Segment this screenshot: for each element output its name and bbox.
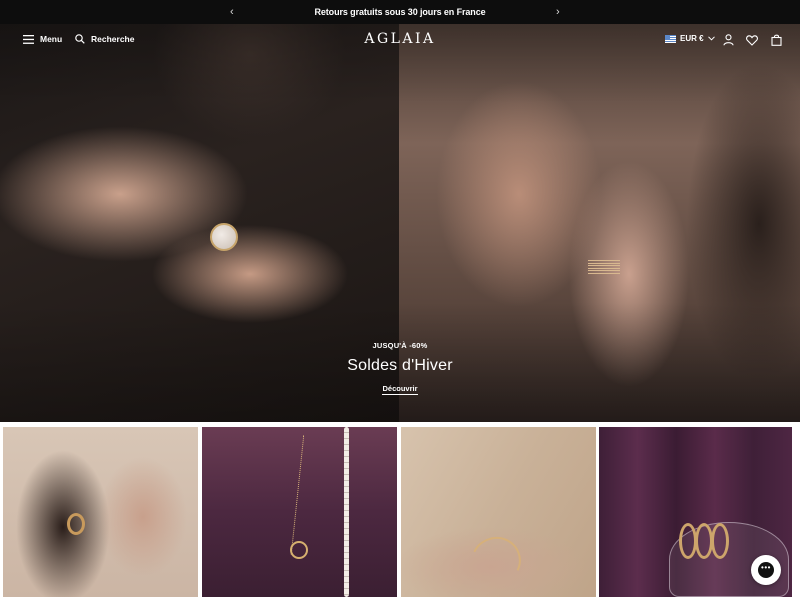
announcement-message: Retours gratuits sous 30 jours en France	[314, 7, 486, 17]
hero-kicker: JUSQU'À -60%	[372, 341, 428, 350]
pendant-icon	[290, 541, 308, 559]
hero-title: Soldes d'Hiver	[347, 357, 453, 374]
flag-icon	[665, 34, 676, 43]
bag-icon[interactable]	[769, 33, 783, 47]
chat-button[interactable]: •••	[751, 555, 781, 585]
chevron-right-icon[interactable]: ›	[556, 4, 560, 20]
site-header: Menu Recherche AGLAIA EUR €	[0, 24, 800, 56]
chevron-down-icon	[707, 36, 715, 41]
chat-icon: •••	[758, 562, 774, 578]
currency-label: EUR €	[680, 34, 704, 43]
chevron-left-icon[interactable]: ‹	[230, 4, 234, 20]
pearl-strand-icon	[344, 427, 349, 597]
tile-necklaces[interactable]	[202, 427, 397, 597]
hoop-icon	[711, 523, 729, 559]
bracelet-icon	[464, 529, 528, 593]
tile-bracelets[interactable]	[401, 427, 596, 597]
tile-earrings[interactable]	[3, 427, 198, 597]
heart-icon[interactable]	[745, 33, 759, 47]
hero-content: JUSQU'À -60% Soldes d'Hiver Découvrir	[0, 341, 800, 396]
necklace-chain-icon	[290, 435, 306, 555]
currency-selector[interactable]: EUR €	[665, 34, 715, 43]
earring-icon	[67, 513, 85, 535]
discover-link[interactable]: Découvrir	[382, 384, 418, 395]
account-icon[interactable]	[721, 33, 735, 47]
announcement-bar: ‹ Retours gratuits sous 30 jours en Fran…	[0, 0, 800, 24]
header-actions	[721, 33, 783, 47]
